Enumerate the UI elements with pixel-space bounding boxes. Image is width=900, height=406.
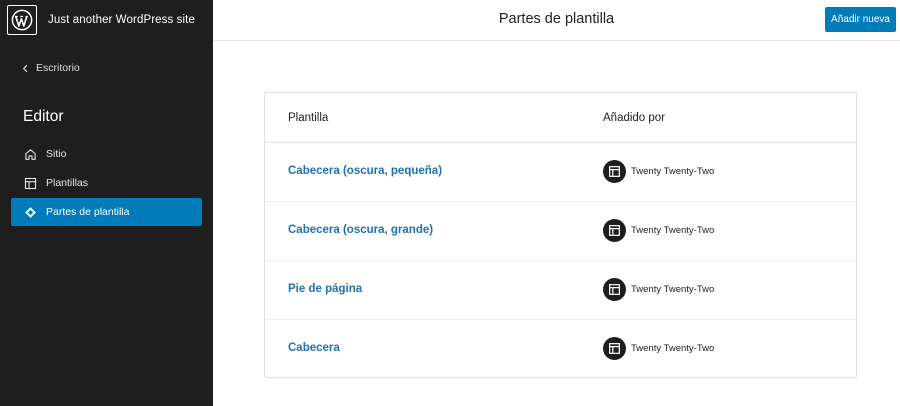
sidebar-item-partes-de-plantilla[interactable]: Partes de plantilla	[11, 198, 202, 226]
sidebar-nav: Sitio Plantillas Partes de plantilla	[11, 140, 202, 227]
back-link-label: Escritorio	[36, 62, 80, 74]
theme-layout-icon	[603, 160, 626, 183]
sidebar-item-sitio[interactable]: Sitio	[11, 140, 202, 168]
wordpress-logo-icon[interactable]	[7, 5, 37, 35]
author-name: Twenty Twenty-Two	[631, 225, 715, 236]
theme-layout-icon	[603, 219, 626, 242]
page-title: Partes de plantilla	[498, 11, 615, 27]
chevron-left-icon	[22, 64, 28, 72]
author-name: Twenty Twenty-Two	[631, 284, 715, 295]
column-header-anadido-por: Añadido por	[603, 112, 666, 124]
template-part-link[interactable]: Pie de página	[288, 283, 362, 295]
sidebar: Just another WordPress site Escritorio E…	[0, 0, 213, 406]
symbol-icon	[25, 206, 36, 218]
theme-layout-icon	[603, 278, 626, 301]
home-icon	[25, 148, 36, 160]
theme-layout-icon	[603, 337, 626, 360]
sidebar-item-plantillas[interactable]: Plantillas	[11, 169, 202, 197]
sidebar-item-label: Plantillas	[46, 177, 89, 189]
template-part-link[interactable]: Cabecera	[288, 342, 340, 354]
editor-title: Editor	[23, 108, 64, 125]
table-row: Pie de página Twenty Twenty-Two	[265, 261, 856, 320]
top-bar: Partes de plantilla Añadir nueva	[213, 0, 900, 41]
site-title[interactable]: Just another WordPress site	[48, 14, 195, 26]
author-cell: Twenty Twenty-Two	[603, 219, 714, 242]
sidebar-item-label: Partes de plantilla	[46, 206, 130, 218]
layout-icon	[24, 177, 37, 189]
site-header: Just another WordPress site	[0, 0, 213, 40]
column-header-plantilla: Plantilla	[288, 112, 329, 124]
back-to-dashboard-link[interactable]: Escritorio	[21, 62, 80, 74]
template-part-link[interactable]: Cabecera (oscura, pequeña)	[288, 165, 442, 177]
table-row: Cabecera (oscura, grande) Twenty Twenty-…	[265, 202, 856, 261]
author-name: Twenty Twenty-Two	[631, 166, 715, 177]
author-cell: Twenty Twenty-Two	[603, 160, 714, 183]
template-parts-table: Plantilla Añadido por Cabecera (oscura, …	[264, 92, 857, 378]
table-row: Cabecera (oscura, pequeña) Twenty Twenty…	[265, 143, 856, 202]
table-header: Plantilla Añadido por	[265, 93, 856, 143]
author-cell: Twenty Twenty-Two	[603, 278, 714, 301]
table-row: Cabecera Twenty Twenty-Two	[265, 320, 856, 379]
main-content: Partes de plantilla Añadir nueva Plantil…	[213, 0, 900, 406]
sidebar-item-label: Sitio	[46, 148, 67, 160]
template-part-link[interactable]: Cabecera (oscura, grande)	[288, 224, 433, 236]
add-new-button[interactable]: Añadir nueva	[825, 7, 896, 32]
author-cell: Twenty Twenty-Two	[603, 337, 714, 360]
author-name: Twenty Twenty-Two	[631, 343, 715, 354]
